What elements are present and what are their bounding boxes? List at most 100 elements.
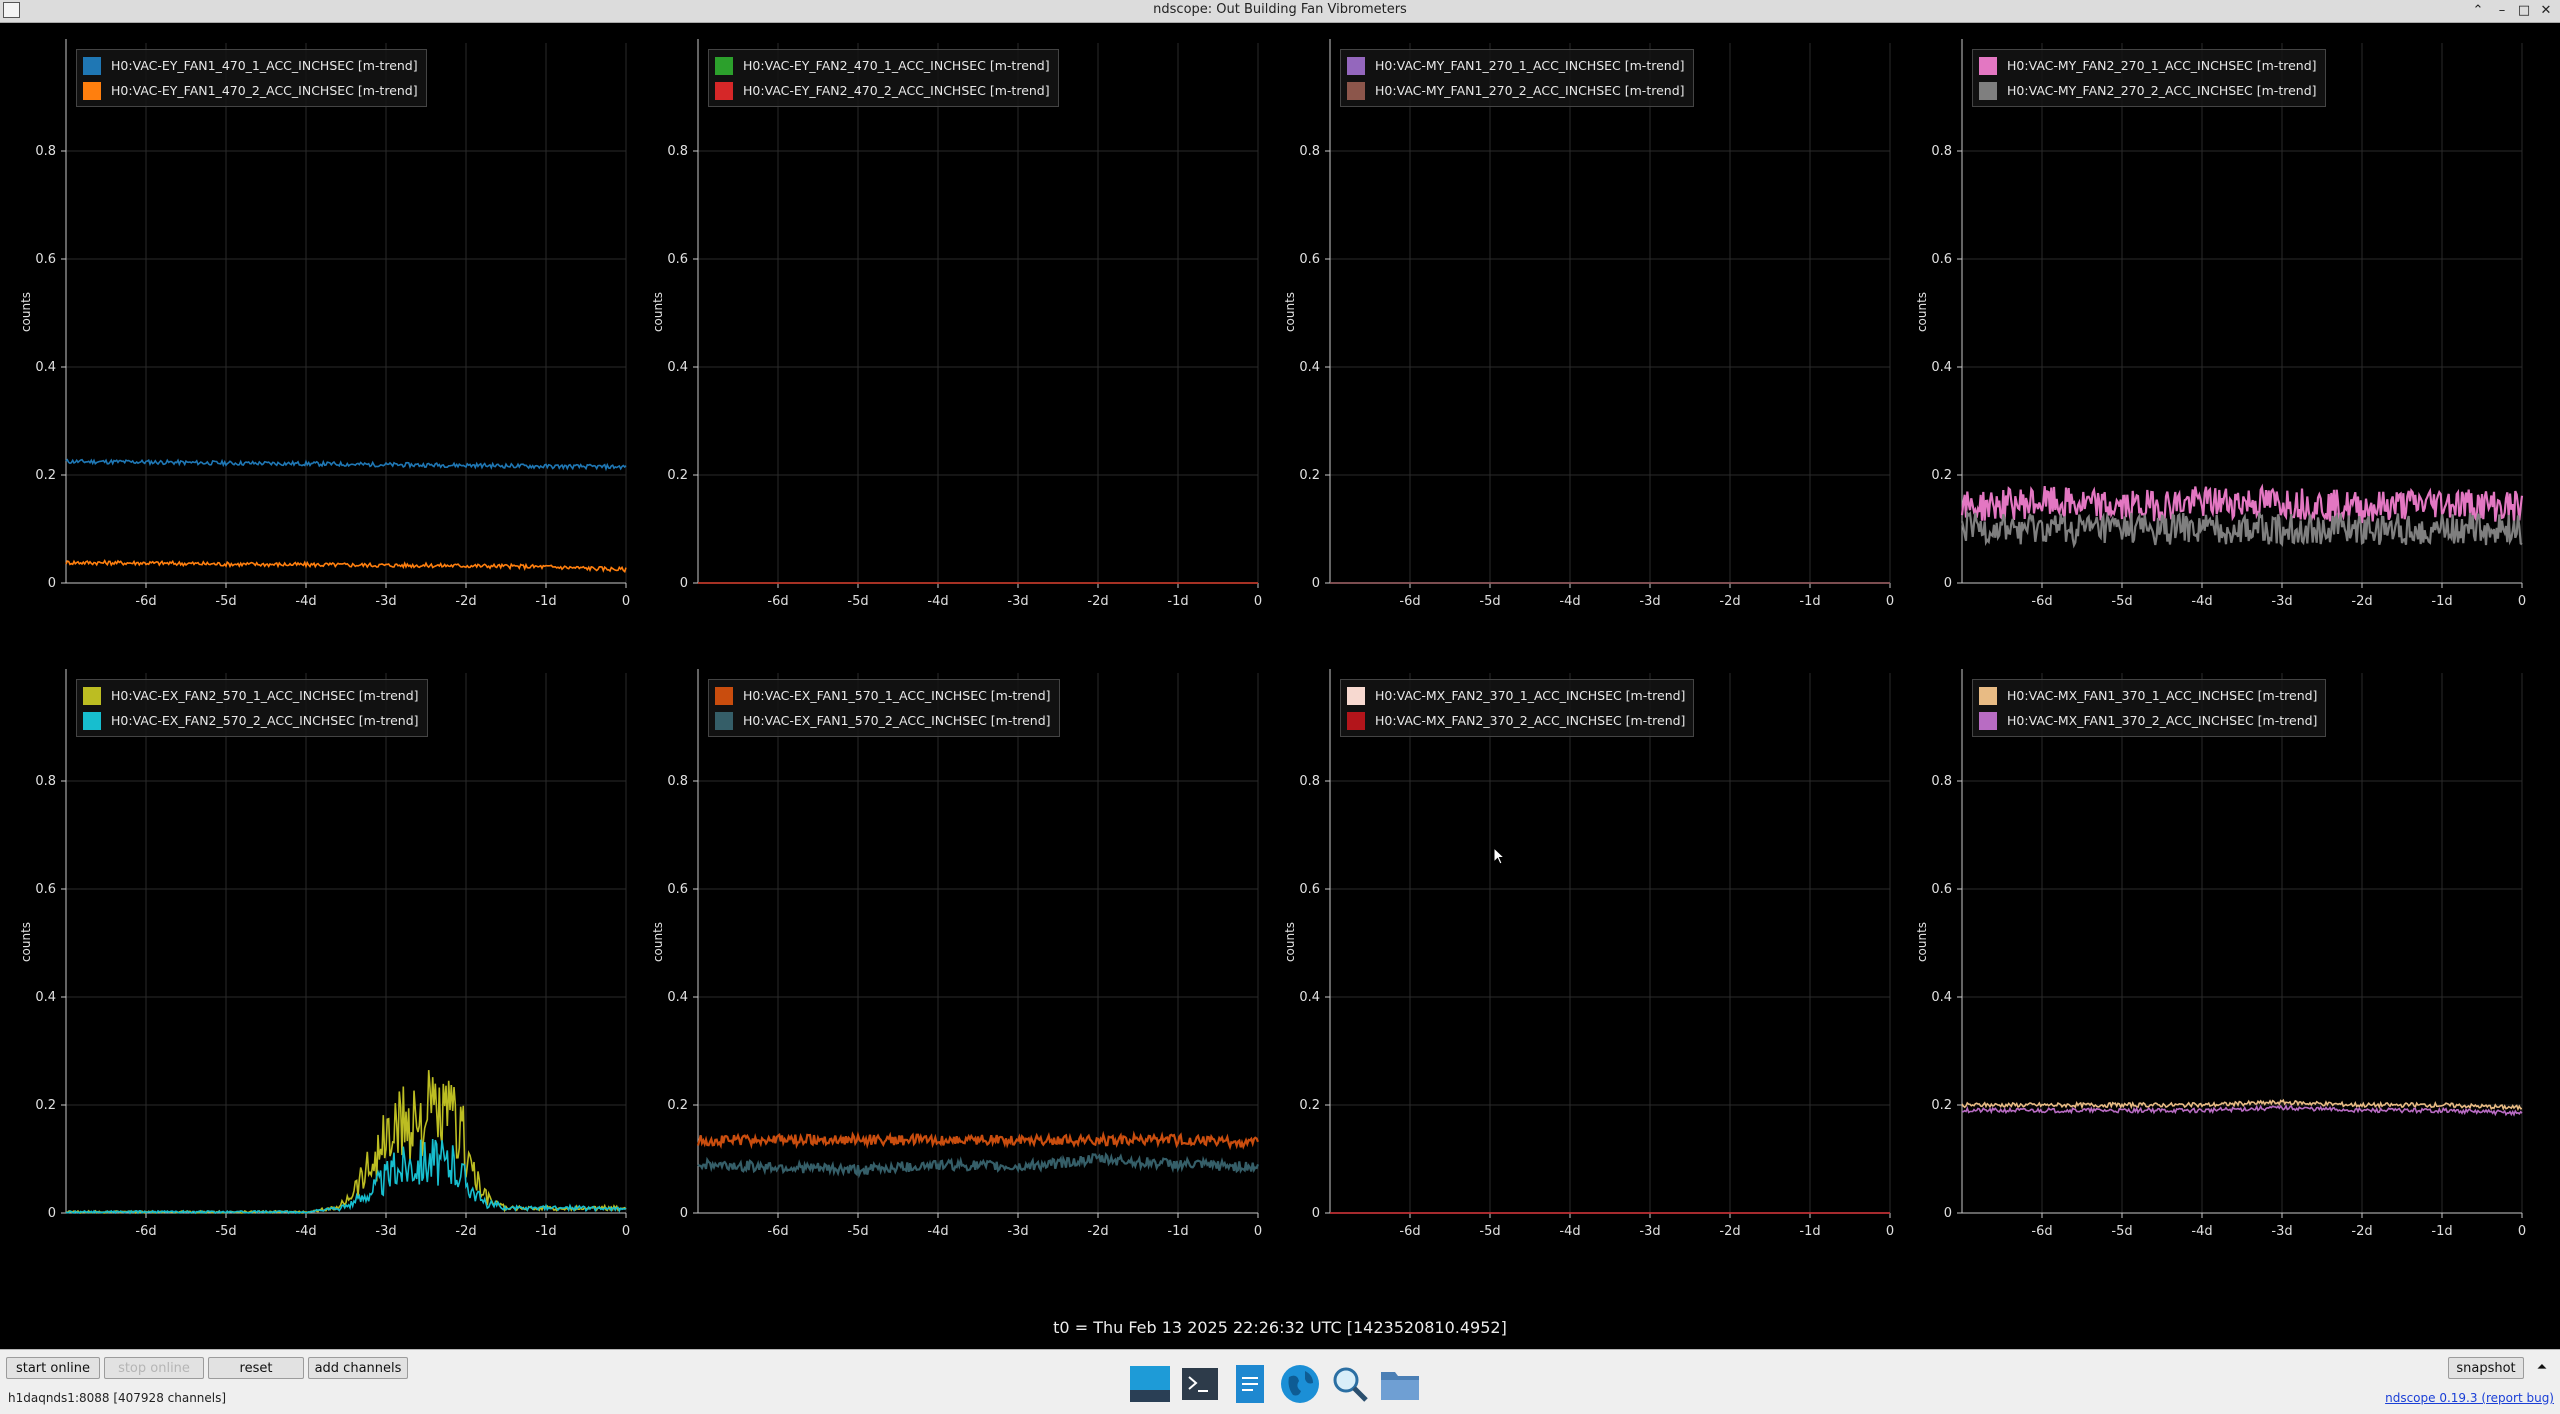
legend-item[interactable]: H0:VAC-MX_FAN1_370_2_ACC_INCHSEC [m-tren… xyxy=(1979,708,2317,733)
plot-legend[interactable]: H0:VAC-MX_FAN2_370_1_ACC_INCHSEC [m-tren… xyxy=(1340,679,1695,737)
plot-canvas[interactable]: 0 0.2 0.4 0.6 0.8 -6d -5d -4d -3d -2d -1d 0 xyxy=(1896,653,2528,1283)
plot-panel[interactable]: 0 0.2 0.4 0.6 0.8 -6d -5d -4d -3d -2d -1d 0 counts H0… xyxy=(0,653,632,1283)
control-bar: start online stop online reset add chann… xyxy=(0,1349,2560,1414)
x-tick-label: -3d xyxy=(375,594,396,609)
legend-item[interactable]: H0:VAC-EX_FAN1_570_1_ACC_INCHSEC [m-tren… xyxy=(715,683,1051,708)
version-link[interactable]: ndscope 0.19.3 (report bug) xyxy=(2385,1391,2554,1405)
legend-label: H0:VAC-EX_FAN1_570_2_ACC_INCHSEC [m-tren… xyxy=(743,713,1051,728)
plot-canvas[interactable]: 0 0.2 0.4 0.6 0.8 -6d -5d -4d -3d -2d -1d 0 xyxy=(1896,23,2528,653)
legend-item[interactable]: H0:VAC-EX_FAN2_570_2_ACC_INCHSEC [m-tren… xyxy=(83,708,419,733)
plot-canvas[interactable]: 0 0.2 0.4 0.6 0.8 -6d -5d -4d -3d -2d -1d 0 xyxy=(632,653,1264,1283)
stop-online-button[interactable]: stop online xyxy=(104,1357,204,1379)
x-tick-label: -4d xyxy=(1559,594,1580,609)
legend-swatch xyxy=(715,686,733,705)
minimize-button[interactable]: – xyxy=(2492,1,2512,21)
plot-panel[interactable]: 0 0.2 0.4 0.6 0.8 -6d -5d -4d -3d -2d -1d 0 counts H0… xyxy=(1264,23,1896,653)
plot-legend[interactable]: H0:VAC-EX_FAN2_570_1_ACC_INCHSEC [m-tren… xyxy=(76,679,428,737)
legend-item[interactable]: H0:VAC-MY_FAN1_270_1_ACC_INCHSEC [m-tren… xyxy=(1347,53,1685,78)
x-tick-label: -6d xyxy=(2031,594,2052,609)
legend-item[interactable]: H0:VAC-MY_FAN2_270_1_ACC_INCHSEC [m-tren… xyxy=(1979,53,2317,78)
text-editor-icon[interactable] xyxy=(1228,1362,1272,1406)
shade-button[interactable]: ⌃ xyxy=(2468,1,2488,21)
y-axis-label: counts xyxy=(19,291,34,333)
window-title: ndscope: Out Building Fan Vibrometers xyxy=(1153,2,1407,17)
reset-button[interactable]: reset xyxy=(208,1357,304,1379)
close-button[interactable]: ✕ xyxy=(2536,1,2556,21)
add-channels-button[interactable]: add channels xyxy=(308,1357,408,1379)
y-tick-label: 0.8 xyxy=(35,774,56,789)
start-online-button[interactable]: start online xyxy=(6,1357,100,1379)
x-tick-label: -3d xyxy=(1639,1224,1660,1239)
terminal-icon[interactable] xyxy=(1178,1362,1222,1406)
x-tick-label: -4d xyxy=(2191,1224,2212,1239)
y-tick-label: 0.2 xyxy=(35,1098,56,1113)
legend-item[interactable]: H0:VAC-EX_FAN2_570_1_ACC_INCHSEC [m-tren… xyxy=(83,683,419,708)
y-tick-label: 0 xyxy=(680,1206,688,1221)
plot-canvas[interactable]: 0 0.2 0.4 0.6 0.8 -6d -5d -4d -3d -2d -1d 0 xyxy=(632,23,1264,653)
plot-panel[interactable]: 0 0.2 0.4 0.6 0.8 -6d -5d -4d -3d -2d -1d 0 counts H0… xyxy=(632,23,1264,653)
maximize-button[interactable]: □ xyxy=(2514,1,2534,21)
plot-legend[interactable]: H0:VAC-MY_FAN2_270_1_ACC_INCHSEC [m-tren… xyxy=(1972,49,2326,107)
legend-item[interactable]: H0:VAC-MX_FAN2_370_1_ACC_INCHSEC [m-tren… xyxy=(1347,683,1685,708)
plot-legend[interactable]: H0:VAC-MY_FAN1_270_1_ACC_INCHSEC [m-tren… xyxy=(1340,49,1694,107)
desktop-icon[interactable] xyxy=(1128,1362,1172,1406)
legend-item[interactable]: H0:VAC-MX_FAN2_370_2_ACC_INCHSEC [m-tren… xyxy=(1347,708,1685,733)
legend-swatch xyxy=(715,56,733,75)
plot-panel[interactable]: 0 0.2 0.4 0.6 0.8 -6d -5d -4d -3d -2d -1d 0 counts H0… xyxy=(1896,653,2528,1283)
x-tick-label: 0 xyxy=(2518,594,2526,609)
plot-panel[interactable]: 0 0.2 0.4 0.6 0.8 -6d -5d -4d -3d -2d -1d 0 counts H0… xyxy=(1264,653,1896,1283)
plot-panel[interactable]: 0 0.2 0.4 0.6 0.8 -6d -5d -4d -3d -2d -1d 0 counts H0… xyxy=(632,653,1264,1283)
web-browser-icon[interactable] xyxy=(1278,1362,1322,1406)
legend-swatch xyxy=(83,81,101,100)
legend-swatch xyxy=(715,711,733,730)
legend-label: H0:VAC-MX_FAN1_370_1_ACC_INCHSEC [m-tren… xyxy=(2007,688,2318,703)
legend-item[interactable]: H0:VAC-MY_FAN1_270_2_ACC_INCHSEC [m-tren… xyxy=(1347,78,1685,103)
y-tick-label: 0.8 xyxy=(1931,774,1952,789)
y-axis-label: counts xyxy=(1283,291,1298,333)
y-tick-label: 0.2 xyxy=(1931,1098,1952,1113)
y-tick-label: 0.4 xyxy=(35,360,56,375)
plot-panel[interactable]: 0 0.2 0.4 0.6 0.8 -6d -5d -4d -3d -2d -1d 0 counts H0… xyxy=(0,23,632,653)
legend-item[interactable]: H0:VAC-EX_FAN1_570_2_ACC_INCHSEC [m-tren… xyxy=(715,708,1051,733)
legend-item[interactable]: H0:VAC-EY_FAN2_470_2_ACC_INCHSEC [m-tren… xyxy=(715,78,1050,103)
axis-lines xyxy=(1329,669,1890,1214)
x-tick-label: -5d xyxy=(2111,1224,2132,1239)
x-tick-label: -2d xyxy=(1087,594,1108,609)
legend-label: H0:VAC-MX_FAN2_370_2_ACC_INCHSEC [m-tren… xyxy=(1375,713,1686,728)
y-tick-label: 0.2 xyxy=(667,468,688,483)
y-tick-label: 0.8 xyxy=(667,774,688,789)
file-manager-icon[interactable] xyxy=(1378,1362,1422,1406)
x-tick-label: -3d xyxy=(1007,594,1028,609)
plot-legend[interactable]: H0:VAC-EY_FAN2_470_1_ACC_INCHSEC [m-tren… xyxy=(708,49,1059,107)
legend-item[interactable]: H0:VAC-EY_FAN1_470_1_ACC_INCHSEC [m-tren… xyxy=(83,53,418,78)
plot-canvas[interactable]: 0 0.2 0.4 0.6 0.8 -6d -5d -4d -3d -2d -1d 0 xyxy=(0,653,632,1283)
plot-canvas[interactable]: 0 0.2 0.4 0.6 0.8 -6d -5d -4d -3d -2d -1d 0 xyxy=(0,23,632,653)
expand-button[interactable]: ⏶ xyxy=(2530,1357,2554,1379)
legend-swatch xyxy=(1347,81,1365,100)
plot-legend[interactable]: H0:VAC-EX_FAN1_570_1_ACC_INCHSEC [m-tren… xyxy=(708,679,1060,737)
legend-swatch xyxy=(1979,81,1997,100)
plot-legend[interactable]: H0:VAC-EY_FAN1_470_1_ACC_INCHSEC [m-tren… xyxy=(76,49,427,107)
x-tick-label: -1d xyxy=(2431,594,2452,609)
legend-swatch xyxy=(83,56,101,75)
plot-canvas[interactable]: 0 0.2 0.4 0.6 0.8 -6d -5d -4d -3d -2d -1d 0 xyxy=(1264,653,1896,1283)
y-tick-label: 0.8 xyxy=(1299,144,1320,159)
x-tick-label: -6d xyxy=(767,594,788,609)
legend-swatch xyxy=(1347,56,1365,75)
legend-label: H0:VAC-EY_FAN1_470_2_ACC_INCHSEC [m-tren… xyxy=(111,83,418,98)
y-axis-label: counts xyxy=(1283,921,1298,963)
search-icon[interactable] xyxy=(1328,1362,1372,1406)
plot-legend[interactable]: H0:VAC-MX_FAN1_370_1_ACC_INCHSEC [m-tren… xyxy=(1972,679,2327,737)
legend-label: H0:VAC-EX_FAN1_570_1_ACC_INCHSEC [m-tren… xyxy=(743,688,1051,703)
plot-panel[interactable]: 0 0.2 0.4 0.6 0.8 -6d -5d -4d -3d -2d -1d 0 counts H0… xyxy=(1896,23,2528,653)
y-axis-label: counts xyxy=(651,921,666,963)
plot-canvas[interactable]: 0 0.2 0.4 0.6 0.8 -6d -5d -4d -3d -2d -1d 0 xyxy=(1264,23,1896,653)
legend-item[interactable]: H0:VAC-EY_FAN2_470_1_ACC_INCHSEC [m-tren… xyxy=(715,53,1050,78)
plot-grid[interactable]: 0 0.2 0.4 0.6 0.8 -6d -5d -4d -3d -2d -1d 0 counts H0… xyxy=(0,23,2560,1347)
legend-item[interactable]: H0:VAC-MY_FAN2_270_2_ACC_INCHSEC [m-tren… xyxy=(1979,78,2317,103)
legend-item[interactable]: H0:VAC-EY_FAN1_470_2_ACC_INCHSEC [m-tren… xyxy=(83,78,418,103)
legend-item[interactable]: H0:VAC-MX_FAN1_370_1_ACC_INCHSEC [m-tren… xyxy=(1979,683,2317,708)
snapshot-button[interactable]: snapshot xyxy=(2448,1357,2524,1379)
y-tick-label: 0.4 xyxy=(35,990,56,1005)
y-tick-label: 0.2 xyxy=(1299,1098,1320,1113)
